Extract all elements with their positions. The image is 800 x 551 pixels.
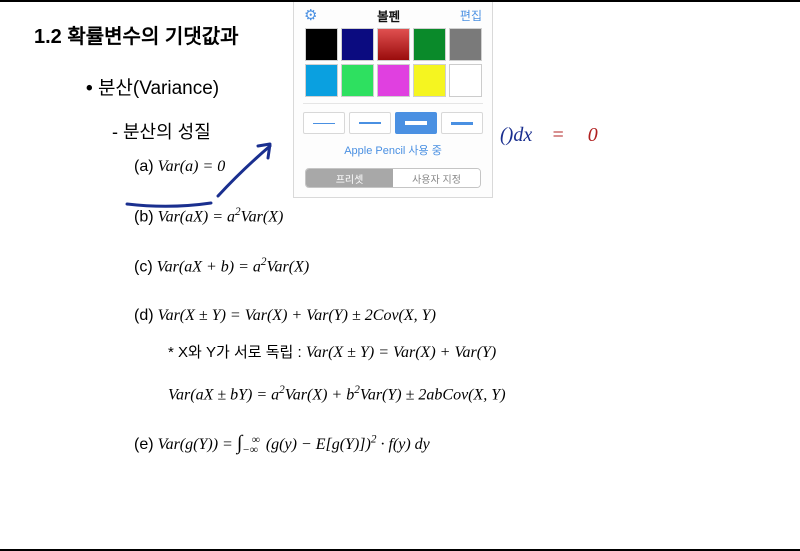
handwritten-equation: ()dx = 0 xyxy=(500,124,598,147)
bullet-label: 분산(Variance) xyxy=(98,78,219,99)
color-swatch[interactable] xyxy=(305,64,338,97)
item-d-note: * X와 Y가 서로 독립 : Var(X ± Y) = Var(X) + Va… xyxy=(168,341,770,362)
color-swatch[interactable] xyxy=(377,64,410,97)
color-swatch[interactable] xyxy=(413,28,446,61)
segmented-control: 프리셋사용자 지정 xyxy=(305,168,481,188)
item-d: (d) Var(X ± Y) = Var(X) + Var(Y) ± 2Cov(… xyxy=(134,307,770,325)
color-swatch[interactable] xyxy=(413,64,446,97)
edit-link[interactable]: 편집 xyxy=(460,7,482,24)
color-swatch[interactable] xyxy=(377,28,410,61)
item-c: (c) Var(aX + b) = a2Var(X) xyxy=(134,256,770,276)
handwritten-arrow xyxy=(212,140,282,200)
color-grid xyxy=(305,28,482,97)
color-swatch[interactable] xyxy=(449,28,482,61)
handwritten-underline xyxy=(125,200,213,210)
pencil-status: Apple Pencil 사용 중 xyxy=(344,142,442,158)
pen-panel: ⚙ 볼펜 편집 Apple Pencil 사용 중 프리셋사용자 지정 xyxy=(293,2,493,198)
stroke-option[interactable] xyxy=(441,112,483,134)
item-b: (b) Var(aX) = a2Var(X) xyxy=(134,206,770,226)
segment-option[interactable]: 프리셋 xyxy=(306,169,393,187)
color-swatch[interactable] xyxy=(449,64,482,97)
item-d-extra: Var(aX ± bY) = a2Var(X) + b2Var(Y) ± 2ab… xyxy=(168,384,770,404)
segment-option[interactable]: 사용자 지정 xyxy=(393,169,480,187)
stroke-option[interactable] xyxy=(303,112,345,134)
color-swatch[interactable] xyxy=(341,28,374,61)
color-swatch[interactable] xyxy=(305,28,338,61)
pen-panel-title: 볼펜 xyxy=(317,6,459,25)
stroke-option[interactable] xyxy=(395,112,437,134)
gear-icon[interactable]: ⚙ xyxy=(304,6,317,24)
item-e: (e) Var(g(Y)) = ∫−∞∞(g(y) − E[g(Y)])2 · … xyxy=(134,432,770,456)
stroke-option[interactable] xyxy=(349,112,391,134)
color-swatch[interactable] xyxy=(341,64,374,97)
stroke-row xyxy=(303,103,483,134)
